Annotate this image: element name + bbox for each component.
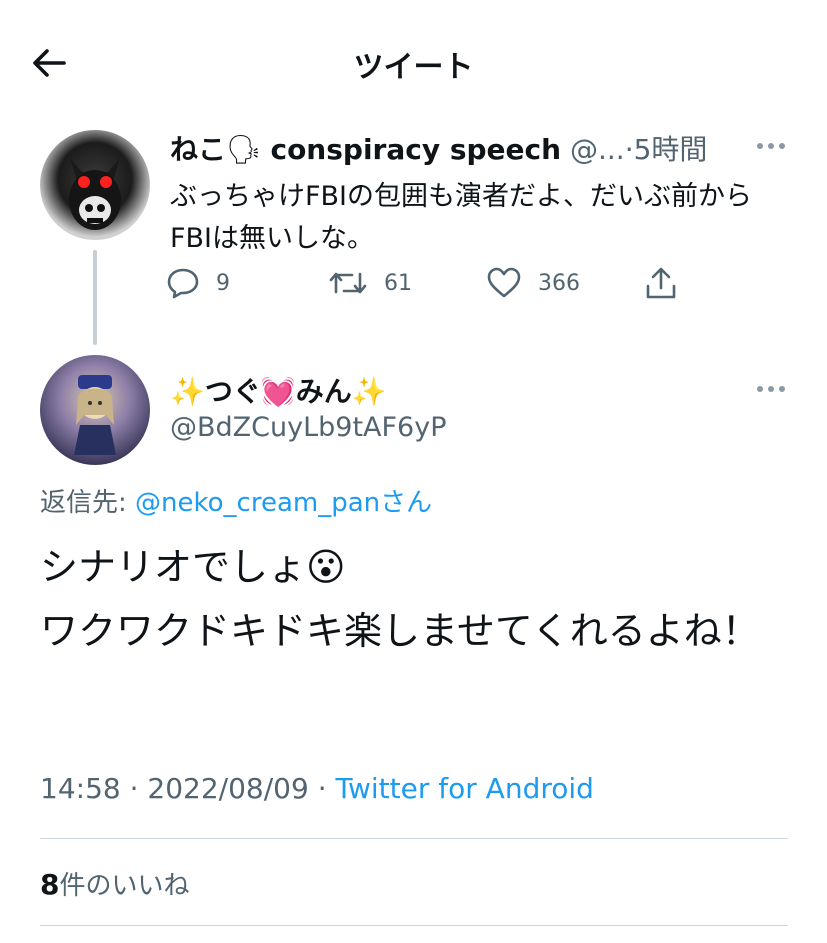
reply-line-1-text: シナリオでしょ	[40, 545, 307, 589]
parent-author-name-suffix[interactable]: conspiracy speech	[270, 133, 561, 166]
heart-emoji: 💓	[260, 375, 296, 408]
sparkles-emoji: ✨	[170, 375, 205, 408]
tweet-actions: 9 61 366	[160, 266, 720, 306]
share-icon	[646, 267, 676, 299]
parent-tweet-text: ぶっちゃけFBIの包囲も演者だよ、だいぶ前からFBIは無いしな。	[170, 181, 753, 254]
reply-action[interactable]: 9	[166, 266, 230, 300]
reply-line-2: ワクワクドキドキ楽しませてくれるよね！	[40, 609, 760, 653]
reply-icon	[167, 268, 199, 299]
cat-avatar-image	[69, 158, 121, 230]
avatar[interactable]	[40, 130, 150, 240]
speaking-head-emoji: 🗣	[226, 133, 262, 166]
replying-to-label: 返信先:	[40, 488, 127, 518]
name-part-2: みん	[295, 375, 352, 408]
parent-time[interactable]: 5時間	[634, 133, 708, 166]
retweet-icon	[329, 272, 367, 294]
replying-to-handle[interactable]: @neko_cream_pan	[135, 488, 380, 518]
heart-icon	[487, 267, 521, 298]
replying-to-suffix: さん	[380, 488, 433, 518]
replying-to: 返信先: @neko_cream_panさん	[40, 482, 432, 519]
more-options-icon[interactable]	[756, 385, 786, 393]
reply-count: 9	[216, 270, 230, 296]
more-options-icon[interactable]	[756, 142, 786, 150]
divider	[40, 838, 788, 839]
likes-count: 8	[40, 868, 60, 901]
likes-label: 件のいいね	[59, 871, 190, 901]
name-part-1: つぐ	[204, 375, 261, 408]
tweet-time: 14:58	[40, 772, 121, 805]
parent-author-name[interactable]: ねこ	[170, 133, 226, 166]
sparkles-emoji: ✨	[351, 375, 387, 408]
avatar[interactable]	[40, 355, 150, 465]
surprised-emoji: 😮	[306, 545, 346, 589]
retweet-action[interactable]: 61	[328, 266, 412, 300]
meta-dot: ·	[129, 772, 139, 805]
retweet-count: 61	[384, 270, 412, 296]
divider	[40, 925, 788, 926]
reply-author-handle[interactable]: @BdZCuyLb9tAF6yP	[170, 412, 447, 443]
character-avatar-image	[74, 375, 116, 455]
separator-dot: ·	[624, 133, 634, 166]
reply-tweet-text: シナリオでしょ😮 ワクワクドキドキ楽しませてくれるよね！	[40, 535, 800, 663]
reply-author-name[interactable]: ✨つぐ💓みん✨	[170, 370, 387, 410]
like-action[interactable]: 366	[486, 266, 580, 300]
reply-line-1: シナリオでしょ😮	[40, 535, 800, 599]
likes-summary[interactable]: 8件のいいね	[40, 865, 190, 902]
tweet-source-link[interactable]: Twitter for Android	[336, 772, 594, 805]
tweet-date: 2022/08/09	[147, 772, 309, 805]
like-count: 366	[538, 270, 580, 296]
parent-author-handle[interactable]: @...	[570, 133, 625, 166]
thread-line	[93, 250, 97, 345]
page-title: ツイート	[353, 50, 474, 85]
tweet-meta: 14:58 · 2022/08/09 · Twitter for Android	[40, 772, 594, 805]
share-action[interactable]	[644, 266, 678, 302]
meta-dot: ·	[317, 772, 327, 805]
parent-author-line[interactable]: ねこ🗣 conspiracy speech @...·5時間	[170, 128, 707, 168]
